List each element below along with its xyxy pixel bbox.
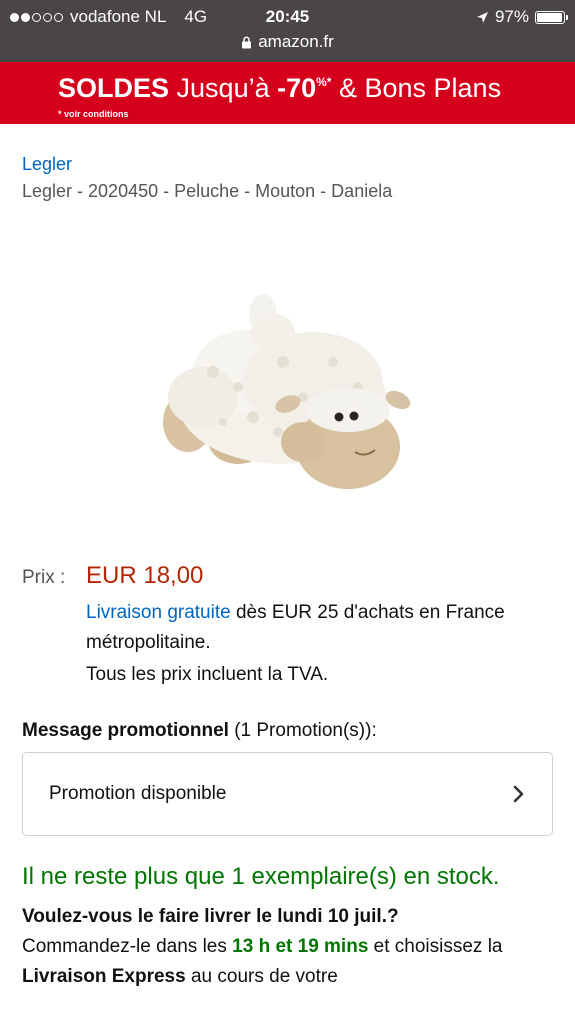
delivery-text-c: au cours de votre	[185, 966, 338, 987]
banner-jusqu: Jusqu’à	[169, 73, 278, 103]
delivery-info: Voulez-vous le faire livrer le lundi 10 …	[22, 902, 553, 992]
clock: 20:45	[265, 7, 310, 26]
price-label: Prix :	[22, 567, 66, 588]
promo-banner[interactable]: SOLDES Jusqu’à -70%* & Bons Plans * voir…	[0, 62, 575, 124]
delivery-question: Voulez-vous le faire livrer le lundi 10 …	[22, 906, 399, 927]
banner-headline: SOLDES Jusqu’à -70%* & Bons Plans	[58, 73, 501, 104]
promotion-available-button[interactable]: Promotion disponible	[22, 752, 553, 836]
tax-note: Tous les prix incluent la TVA.	[86, 664, 329, 685]
banner-rest: & Bons Plans	[331, 73, 502, 103]
banner-soldes: SOLDES	[58, 73, 170, 103]
status-bar: vodafone NL 4G 20:45 97% amazon.fr	[0, 0, 575, 62]
promo-heading-bold: Message promotionnel	[22, 720, 229, 741]
banner-discount-sup: %*	[316, 75, 332, 89]
promotion-label: Promotion disponible	[49, 783, 227, 804]
stock-status: Il ne reste plus que 1 exemplaire(s) en …	[22, 863, 500, 890]
banner-conditions-link[interactable]: * voir conditions	[58, 109, 129, 119]
battery-icon	[535, 10, 568, 24]
product-detail: Legler Legler - 2020450 - Peluche - Mout…	[0, 154, 575, 992]
product-title: Legler - 2020450 - Peluche - Mouton - Da…	[22, 181, 393, 201]
delivery-text-a: Commandez-le dans les	[22, 936, 233, 957]
price-row: Prix : EUR 18,00	[22, 562, 553, 590]
price-value: EUR 18,00	[86, 562, 204, 589]
promo-heading: Message promotionnel (1 Promotion(s)):	[22, 720, 553, 742]
banner-discount: -70	[277, 73, 317, 103]
shipping-info: Livraison gratuite dès EUR 25 d'achats e…	[86, 598, 553, 658]
express-delivery-label: Livraison Express	[22, 966, 186, 987]
address-bar[interactable]: amazon.fr	[0, 32, 575, 52]
url-text: amazon.fr	[258, 32, 334, 51]
brand-link[interactable]: Legler	[22, 154, 553, 175]
chevron-right-icon	[513, 785, 524, 803]
promo-heading-count: (1 Promotion(s)):	[228, 720, 377, 741]
delivery-countdown: 13 h et 19 mins	[232, 936, 369, 957]
plush-sheep-image	[162, 294, 410, 489]
delivery-text-b: et choisissez la	[368, 936, 503, 957]
lock-icon	[242, 36, 252, 48]
free-shipping-link[interactable]: Livraison gratuite	[86, 602, 231, 623]
product-image[interactable]	[22, 252, 553, 542]
